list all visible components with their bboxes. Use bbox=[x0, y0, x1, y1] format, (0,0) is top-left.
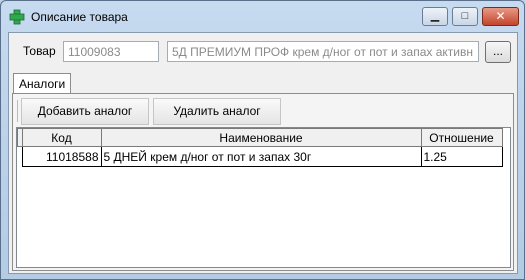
close-button[interactable]: ✕ bbox=[482, 7, 519, 26]
analogs-table: Код Наименование Отношение 11018588 5 ДН… bbox=[17, 128, 503, 167]
cell-name[interactable]: 5 ДНЕЙ крем д/ног от пот и запах 30г bbox=[100, 146, 422, 167]
tab-analogs[interactable]: Аналоги bbox=[13, 73, 72, 94]
column-header-name[interactable]: Наименование bbox=[100, 128, 422, 147]
toolbar-grip[interactable] bbox=[17, 100, 19, 122]
table-header-row: Код Наименование Отношение bbox=[17, 128, 503, 147]
client-area: Товар 11009083 5Д ПРЕМИУМ ПРОФ крем д/но… bbox=[8, 32, 518, 274]
maximize-button[interactable]: □ bbox=[452, 7, 478, 26]
table-row[interactable]: 11018588 5 ДНЕЙ крем д/ног от пот и запа… bbox=[17, 146, 503, 167]
minimize-icon: ▁ bbox=[430, 10, 440, 22]
product-name-field[interactable]: 5Д ПРЕМИУМ ПРОФ крем д/ног от пот и запа… bbox=[167, 41, 479, 62]
product-label: Товар bbox=[23, 44, 56, 58]
main-window: Описание товара ▁ □ ✕ Товар 11009083 5Д … bbox=[0, 0, 525, 280]
window-title: Описание товара bbox=[31, 10, 128, 24]
cell-code[interactable]: 11018588 bbox=[21, 146, 102, 167]
analogs-panel: Добавить аналог Удалить аналог Код Наиме… bbox=[12, 93, 514, 271]
green-cross-icon bbox=[9, 9, 25, 25]
cell-ratio[interactable]: 1.25 bbox=[420, 146, 503, 167]
delete-analog-button[interactable]: Удалить аналог bbox=[153, 98, 281, 125]
title-bar[interactable]: Описание товара ▁ □ ✕ bbox=[1, 1, 524, 31]
analogs-grid[interactable]: Код Наименование Отношение 11018588 5 ДН… bbox=[16, 127, 511, 268]
product-code-field[interactable]: 11009083 bbox=[63, 41, 159, 62]
toolbar: Добавить аналог Удалить аналог bbox=[17, 97, 511, 125]
add-analog-button[interactable]: Добавить аналог bbox=[21, 98, 149, 125]
maximize-icon: □ bbox=[461, 10, 469, 22]
browse-product-button[interactable]: ... bbox=[485, 41, 511, 63]
minimize-button[interactable]: ▁ bbox=[422, 7, 448, 26]
column-header-ratio[interactable]: Отношение bbox=[420, 128, 503, 147]
close-icon: ✕ bbox=[495, 9, 506, 23]
column-header-code[interactable]: Код bbox=[21, 128, 102, 147]
